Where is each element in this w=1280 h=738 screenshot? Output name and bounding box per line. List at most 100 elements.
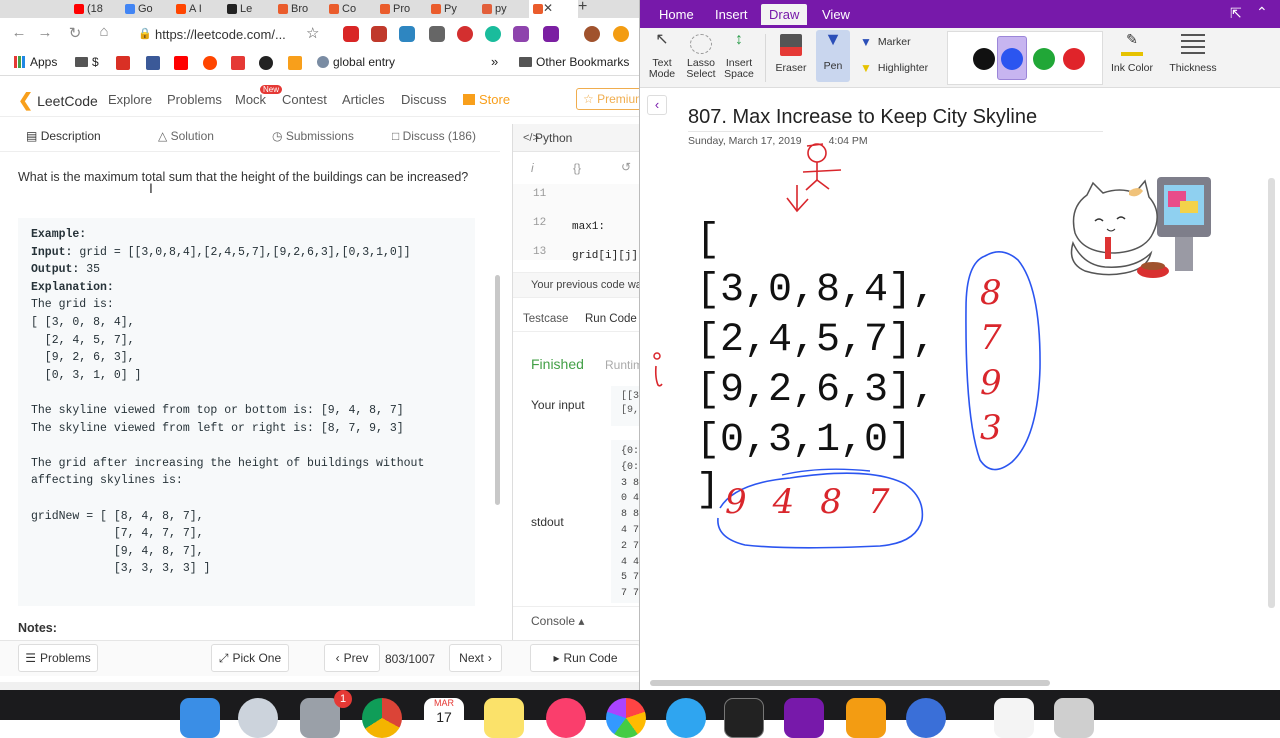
global-entry-bookmark[interactable]: global entry xyxy=(317,55,395,69)
extension-icon[interactable] xyxy=(399,26,415,42)
dollar-bookmark[interactable]: $ xyxy=(75,55,99,69)
onenote-icon[interactable] xyxy=(784,698,824,738)
problems-button[interactable]: ☰ Problems xyxy=(18,644,98,672)
reset-icon[interactable]: ↺ xyxy=(621,160,631,174)
marker-button[interactable]: ▼ Marker xyxy=(860,36,911,48)
lasso-select-button[interactable]: Lasso Select xyxy=(684,34,718,80)
nav-explore[interactable]: Explore xyxy=(108,92,152,107)
extension-icon[interactable] xyxy=(429,26,445,42)
app-icon[interactable] xyxy=(906,698,946,738)
menu-draw[interactable]: Draw xyxy=(761,4,808,25)
next-button[interactable]: Next › xyxy=(449,644,502,672)
sublime-icon[interactable] xyxy=(846,698,886,738)
browser-tab[interactable]: Pro xyxy=(376,0,425,18)
pick-one-button[interactable]: ⤢ Pick One xyxy=(211,644,289,672)
tab-testcase[interactable]: Testcase xyxy=(523,313,568,325)
menu-home[interactable]: Home xyxy=(659,7,694,22)
browser-tab[interactable]: Co xyxy=(325,0,374,18)
chrome-icon[interactable] xyxy=(362,698,402,738)
extension-icon[interactable] xyxy=(613,26,629,42)
appstore-icon[interactable] xyxy=(666,698,706,738)
pen-black[interactable] xyxy=(973,48,995,70)
tab-discuss[interactable]: □ Discuss (186) xyxy=(392,129,476,143)
leetcode-icon[interactable] xyxy=(288,56,302,70)
browser-tab[interactable]: Py xyxy=(427,0,476,18)
facebook-icon[interactable] xyxy=(146,56,160,70)
nav-articles[interactable]: Articles xyxy=(342,92,385,107)
nav-mock[interactable]: Mock xyxy=(235,92,266,107)
tab-run-code-result[interactable]: Run Code R xyxy=(585,313,639,325)
tab-description[interactable]: ▤ Description xyxy=(26,129,101,143)
browser-tab[interactable]: Bro xyxy=(274,0,323,18)
more-bookmarks-button[interactable]: » xyxy=(491,54,498,69)
description-scrollbar[interactable] xyxy=(495,275,500,505)
prev-button[interactable]: ‹ Prev xyxy=(324,644,380,672)
close-tab-icon[interactable]: ✕ xyxy=(543,1,553,15)
premium-button[interactable]: ☆ Premium xyxy=(576,88,639,110)
browser-tab[interactable]: Go xyxy=(121,0,170,18)
collapse-ribbon-icon[interactable]: ⌃ xyxy=(1256,4,1268,21)
nav-store[interactable]: Store xyxy=(463,92,510,107)
pen-button[interactable]: ▼ Pen xyxy=(816,30,850,82)
gmail-icon[interactable] xyxy=(116,56,130,70)
adblock-icon[interactable] xyxy=(457,26,473,42)
horizontal-scrollbar[interactable] xyxy=(650,680,1050,686)
info-icon[interactable]: i xyxy=(531,161,534,175)
extension-icon[interactable] xyxy=(543,26,559,42)
code-editor[interactable]: 11 12 max1: 13 grid[i][j] xyxy=(513,184,639,262)
pen-red[interactable] xyxy=(1063,48,1085,70)
browser-tab[interactable]: Le xyxy=(223,0,272,18)
console-toggle[interactable]: Console ▴ xyxy=(531,614,584,628)
pen-green[interactable] xyxy=(1033,48,1055,70)
browser-tab[interactable] xyxy=(529,0,578,18)
leetcode-logo[interactable]: ❮ LeetCode xyxy=(18,90,98,111)
braces-icon[interactable]: {} xyxy=(573,161,581,175)
itunes-icon[interactable] xyxy=(546,698,586,738)
browser-tab[interactable]: py xyxy=(478,0,527,18)
bookmark-icon[interactable] xyxy=(231,56,245,70)
photos-icon[interactable] xyxy=(606,698,646,738)
text-mode-button[interactable]: ↖ Text Mode xyxy=(648,32,676,80)
menu-insert[interactable]: Insert xyxy=(715,7,748,22)
share-icon[interactable]: ⇱ xyxy=(1230,5,1242,22)
run-code-button[interactable]: ▸ Run Code xyxy=(530,644,639,672)
new-tab-button[interactable]: + xyxy=(578,0,587,16)
tab-submissions[interactable]: ◷ Submissions xyxy=(272,129,354,143)
vertical-scrollbar[interactable] xyxy=(1268,178,1275,608)
profile-avatar[interactable] xyxy=(584,26,600,42)
ink-color-button[interactable]: ✎ Ink Color xyxy=(1110,32,1154,74)
system-preferences-icon[interactable] xyxy=(300,698,340,738)
eraser-button[interactable]: Eraser xyxy=(774,34,808,74)
reddit-icon[interactable] xyxy=(203,56,217,70)
menu-view[interactable]: View xyxy=(822,7,850,22)
bookmark-star-icon[interactable]: ☆ xyxy=(306,24,319,42)
nav-discuss[interactable]: Discuss xyxy=(401,92,447,107)
forward-arrow-icon[interactable]: → xyxy=(32,24,58,41)
extension-icon[interactable] xyxy=(513,26,529,42)
home-icon[interactable]: ⌂ xyxy=(91,23,117,40)
language-select[interactable]: Python xyxy=(535,131,572,145)
browser-tab[interactable]: (18 xyxy=(70,0,119,18)
github-icon[interactable] xyxy=(259,56,273,70)
browser-tab[interactable]: A I xyxy=(172,0,221,18)
other-bookmarks[interactable]: Other Bookmarks xyxy=(519,55,629,69)
extension-icon[interactable] xyxy=(371,26,387,42)
extension-icon[interactable] xyxy=(485,26,501,42)
reload-icon[interactable]: ↻ xyxy=(62,24,88,42)
back-arrow-icon[interactable]: ← xyxy=(6,24,32,41)
highlighter-button[interactable]: ▼ Highlighter xyxy=(860,62,928,74)
thickness-button[interactable]: Thickness xyxy=(1165,34,1221,74)
url-field[interactable]: https://leetcode.com/... xyxy=(155,22,355,46)
notes-icon[interactable] xyxy=(484,698,524,738)
youtube-icon[interactable] xyxy=(174,56,188,70)
apps-bookmark[interactable]: Apps xyxy=(14,55,57,69)
trash-icon[interactable] xyxy=(1054,698,1094,738)
document-icon[interactable] xyxy=(994,698,1034,738)
launchpad-icon[interactable] xyxy=(238,698,278,738)
nav-contest[interactable]: Contest xyxy=(282,92,327,107)
tab-solution[interactable]: △ Solution xyxy=(158,129,214,143)
nav-problems[interactable]: Problems xyxy=(167,92,222,107)
finder-icon[interactable] xyxy=(180,698,220,738)
extension-icon[interactable] xyxy=(343,26,359,42)
note-canvas[interactable]: ‹ 807. Max Increase to Keep City Skyline… xyxy=(640,88,1280,686)
